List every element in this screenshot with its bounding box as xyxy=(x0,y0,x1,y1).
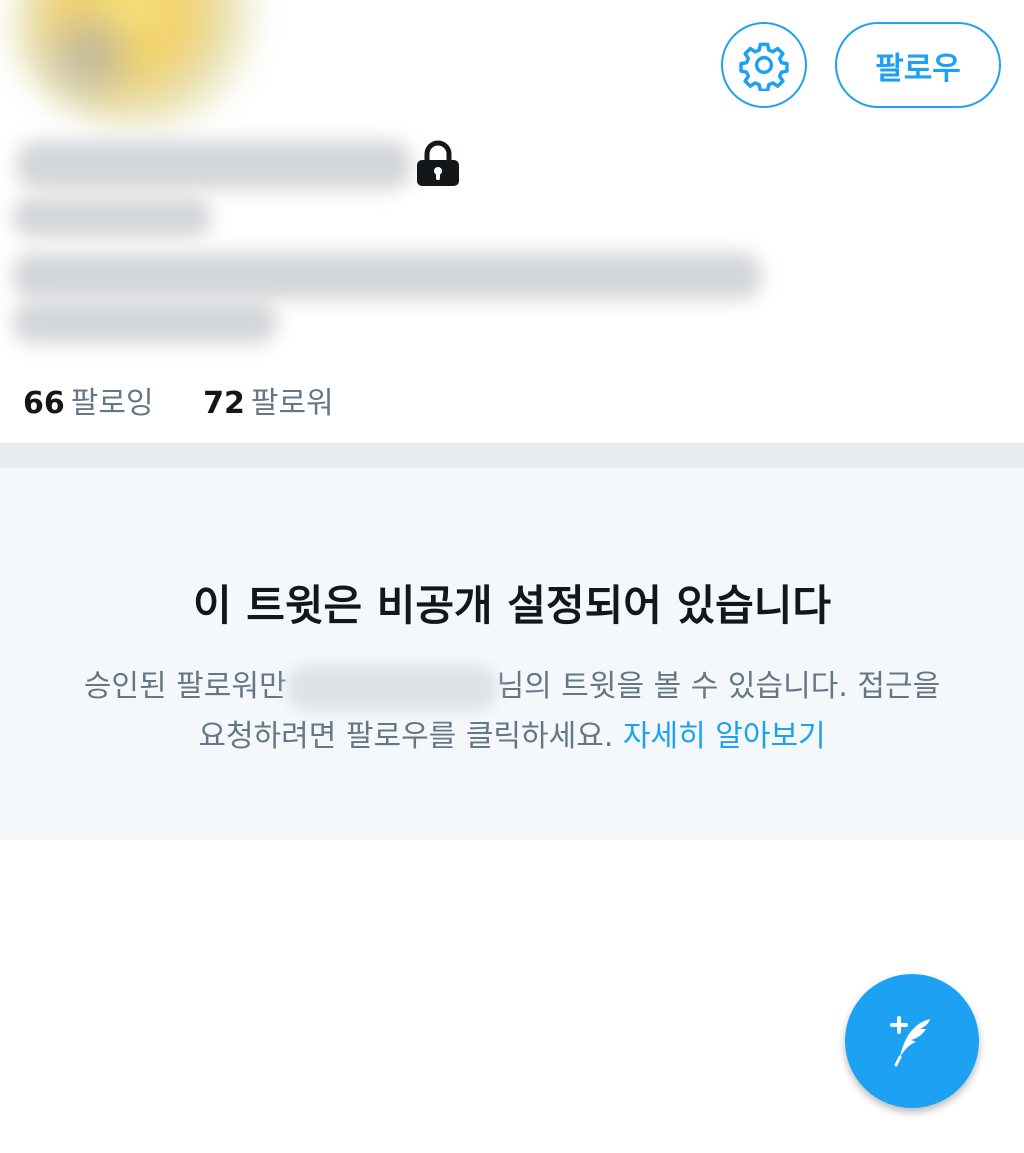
username-redacted xyxy=(286,664,497,711)
private-notice-title: 이 트윗은 비공개 설정되어 있습니다 xyxy=(192,581,832,630)
compose-tweet-button[interactable] xyxy=(845,974,979,1108)
gear-icon xyxy=(739,42,789,91)
follow-stats: 66 팔로잉 72 팔로워 xyxy=(23,378,374,422)
followers-count: 72 xyxy=(203,386,245,421)
compose-tweet-icon xyxy=(890,1016,930,1067)
desc-line2-text: 요청하려면 팔로우를 클릭하세요. xyxy=(198,719,614,754)
profile-avatar-detail xyxy=(30,0,150,110)
private-notice-description: 승인된 팔로워만 님의 트윗을 볼 수 있습니다. 접근을 요청하려면 팔로우를 … xyxy=(20,662,1004,762)
desc-after-text: 님의 트윗을 볼 수 있습니다. 접근을 xyxy=(496,669,941,704)
learn-more-link[interactable]: 자세히 알아보기 xyxy=(623,719,826,754)
private-notice-panel xyxy=(0,468,1024,840)
bio-line-1-redacted xyxy=(12,252,762,300)
followers-label: 팔로워 xyxy=(250,386,334,421)
section-divider xyxy=(0,443,1024,468)
settings-button[interactable] xyxy=(721,22,807,108)
following-stat[interactable]: 66 팔로잉 xyxy=(23,386,163,421)
desc-before-text: 승인된 팔로워만 xyxy=(83,669,287,704)
followers-stat[interactable]: 72 팔로워 xyxy=(203,386,334,421)
display-name-redacted xyxy=(16,140,412,190)
handle-redacted xyxy=(12,196,212,238)
lock-icon xyxy=(417,140,459,186)
following-label: 팔로잉 xyxy=(70,386,154,421)
follow-button[interactable]: 팔로우 xyxy=(835,22,1001,108)
following-count: 66 xyxy=(23,386,65,421)
bio-line-2-redacted xyxy=(12,300,278,344)
